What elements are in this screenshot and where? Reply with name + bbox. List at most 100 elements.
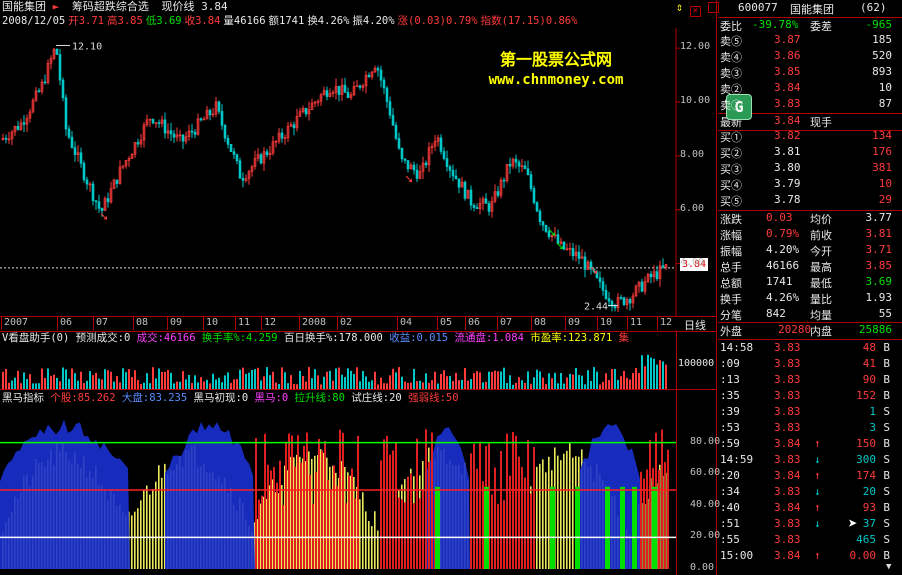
dark-horse-bar <box>279 460 281 569</box>
indicator-name[interactable]: 筹码超跌综合选 <box>72 0 149 13</box>
volume-bar <box>527 371 529 389</box>
candle <box>604 284 608 300</box>
stat-row: 总手 46166 最高 3.85 <box>718 259 902 275</box>
stock-strength-bar <box>146 485 148 569</box>
volume-bar <box>302 375 304 389</box>
stat-value-1: 0.79% <box>766 227 800 240</box>
volume-bar <box>548 373 550 389</box>
signal-arrow-icon: ➘ <box>590 263 598 278</box>
candle <box>163 112 167 139</box>
tick-price: 3.83 <box>774 389 801 402</box>
ask-price: 3.83 <box>774 97 801 110</box>
earnings: 收益:0.015 <box>389 332 449 344</box>
candle <box>202 116 206 121</box>
tick-price: 3.84 <box>774 501 801 514</box>
volume-bar <box>488 371 490 389</box>
bid-volume: 134 <box>872 129 892 142</box>
indicator-panel-title[interactable]: 黑马指标 <box>2 392 44 404</box>
volume-bar <box>128 369 130 389</box>
volume-bar <box>212 373 214 389</box>
dark-horse-bar <box>291 435 293 569</box>
candle <box>457 178 461 194</box>
volume-bar <box>311 378 313 389</box>
candle <box>541 220 545 231</box>
dark-horse-bar <box>333 465 335 569</box>
candle <box>148 118 152 127</box>
tick-price: 3.83 <box>774 421 801 434</box>
volume-bar <box>368 381 370 389</box>
stock-strength-bar <box>359 499 361 569</box>
stat-value-2: 3.71 <box>865 243 893 256</box>
volume-bar <box>125 372 127 389</box>
candle <box>214 97 218 118</box>
tick-side: B <box>883 389 890 402</box>
volume-bar <box>509 375 511 389</box>
volume-bar <box>263 376 265 389</box>
tick-row: 15:00 3.84 ↑ 0.00 B <box>718 549 902 565</box>
candle <box>277 128 281 144</box>
candle <box>319 93 323 106</box>
stock-menu-arrow-icon[interactable]: ► <box>53 0 60 13</box>
dark-horse-bar <box>482 481 484 569</box>
volume-bar <box>14 377 16 389</box>
volume-bar <box>605 373 607 389</box>
close-icon[interactable]: × <box>690 6 701 17</box>
candle <box>184 131 188 145</box>
dark-horse: 黑马:0 <box>254 392 289 404</box>
volume-bar <box>653 358 655 389</box>
stock-strength-bar <box>161 477 163 569</box>
volume-bar <box>197 382 199 389</box>
indicator-chart[interactable] <box>0 405 676 575</box>
volume-bar <box>416 381 418 389</box>
candle <box>19 118 23 131</box>
test-line: 试庄线:20 <box>351 392 402 404</box>
dark-horse-bar <box>392 450 394 569</box>
candle <box>529 171 533 192</box>
dark-horse-bar <box>398 497 400 569</box>
volume-bar <box>593 367 595 389</box>
dark-horse-emerge: 黑马初现:0 <box>193 392 249 404</box>
dark-horse-bar <box>491 494 493 569</box>
tick-time: :40 <box>720 501 740 514</box>
x-tick-separator <box>299 316 300 330</box>
volume-bar <box>47 368 49 389</box>
volume-panel-title[interactable]: V看盘助手(0) <box>2 332 69 344</box>
volume-bar <box>566 377 568 389</box>
candle <box>517 159 521 173</box>
volume-bar <box>134 370 136 389</box>
dark-horse-bar <box>294 466 296 569</box>
candle <box>352 81 356 97</box>
dark-horse-bar <box>494 467 496 569</box>
candle <box>586 259 590 270</box>
up-down-arrows-icon[interactable]: ⇕ <box>676 0 683 14</box>
restore-icon[interactable] <box>707 2 719 13</box>
tick-row: :39 3.83 1 S <box>718 405 902 421</box>
candle <box>421 156 425 179</box>
candle <box>499 177 503 199</box>
candle <box>199 117 203 122</box>
volume-bar <box>176 381 178 389</box>
volume-bar <box>623 370 625 389</box>
bid-price: 3.79 <box>774 177 801 190</box>
volume-bar <box>71 368 73 389</box>
dark-horse-bar <box>315 471 317 569</box>
candle <box>142 122 146 148</box>
candle <box>619 294 623 301</box>
dark-horse-bar <box>422 490 424 569</box>
x-tick-separator <box>397 316 398 330</box>
candle <box>370 70 374 80</box>
stat-value-2: 3.69 <box>865 275 893 288</box>
volume-bar <box>80 371 82 389</box>
period-label[interactable]: 日线 <box>684 317 706 333</box>
candle <box>76 145 80 162</box>
quote-panel: 600077 国能集团 (62) 委比 -39.78% 委差 -965 最新 3… <box>718 0 902 575</box>
candle <box>523 160 527 170</box>
candle <box>598 271 602 289</box>
stat-label-2: 今开 <box>810 245 832 258</box>
stat-value-1: 842 <box>766 307 786 320</box>
x-tick-separator <box>465 316 466 330</box>
candle <box>262 146 266 172</box>
volume-bars[interactable] <box>0 345 676 389</box>
volume-bar <box>260 380 262 389</box>
volume-bar <box>539 371 541 389</box>
